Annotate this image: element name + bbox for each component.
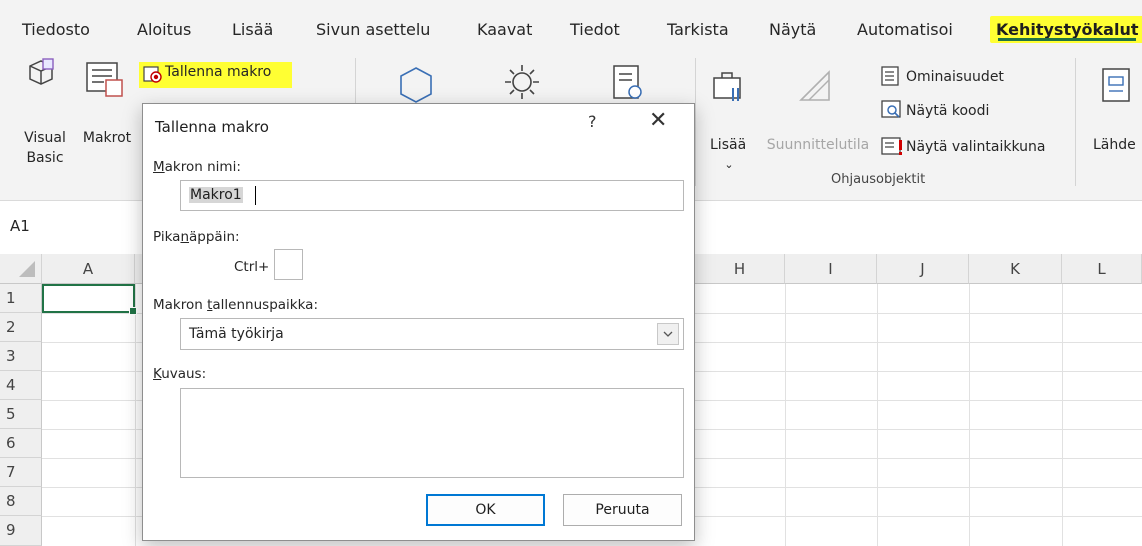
run-dialog-icon (880, 137, 904, 161)
chevron-down-icon[interactable]: ⌄ (721, 155, 737, 175)
column-header-k[interactable]: K (969, 254, 1062, 284)
ctrl-label: Ctrl+ (234, 259, 270, 275)
add-ins-icon[interactable] (395, 64, 437, 108)
gear-icon[interactable] (502, 62, 542, 106)
ribbon-separator (1075, 58, 1076, 186)
text-caret (255, 186, 256, 205)
row-header-6[interactable]: 6 (0, 429, 42, 458)
selected-cell-a1[interactable] (42, 284, 137, 315)
macro-name-input[interactable]: Makro1 (180, 180, 684, 211)
tab-home[interactable]: Aloitus (137, 20, 191, 39)
cancel-button[interactable]: Peruuta (563, 494, 682, 526)
visual-basic-label-2: Basic (26, 150, 64, 166)
insert-control-label: Lisää (710, 137, 747, 153)
select-all-corner[interactable] (0, 254, 42, 284)
column-header-h[interactable]: H (695, 254, 785, 284)
tab-developer-label: Kehitystyökalut (996, 20, 1139, 39)
shortcut-label-pre: Pika (153, 229, 181, 245)
tab-review[interactable]: Tarkista (667, 20, 729, 39)
macro-name-label: Makron nimi: (153, 159, 241, 175)
properties-button[interactable]: Ominaisuudet (906, 67, 1004, 87)
help-button[interactable]: ? (588, 112, 597, 131)
design-mode-button[interactable]: Suunnittelutila (763, 135, 873, 155)
grid-line (135, 284, 136, 546)
column-header-a[interactable]: A (42, 254, 135, 284)
grid-line (969, 284, 970, 546)
visual-basic-label-1: Visual (24, 130, 66, 146)
column-header-i[interactable]: I (785, 254, 877, 284)
design-mode-icon (795, 66, 835, 110)
shortcut-label: Pikanäppäin: (153, 229, 240, 245)
row-header-8[interactable]: 8 (0, 487, 42, 516)
description-label-text: uvaus: (161, 366, 207, 382)
row-header-7[interactable]: 7 (0, 458, 42, 487)
shortcut-label-accel: n (180, 229, 190, 245)
tab-automate[interactable]: Automatisoi (857, 20, 953, 39)
close-icon[interactable]: ✕ (649, 108, 667, 133)
shortcut-label-rest: äppäin: (189, 229, 240, 245)
tab-insert[interactable]: Lisää (232, 20, 273, 39)
source-button[interactable]: Lähde (1093, 135, 1142, 155)
shortcut-key-input[interactable] (274, 249, 303, 280)
macros-button[interactable]: Makrot (78, 128, 136, 148)
view-code-button[interactable]: Näytä koodi (906, 101, 989, 121)
view-code-icon (880, 100, 902, 124)
row-header-5[interactable]: 5 (0, 400, 42, 429)
tab-file[interactable]: Tiedosto (22, 20, 90, 39)
grid-line (785, 284, 786, 546)
store-in-select[interactable]: Tämä työkirja (180, 318, 684, 350)
record-macro-label: Tallenna makro (165, 64, 272, 80)
store-in-value: Tämä työkirja (189, 326, 284, 342)
column-header-l[interactable]: L (1062, 254, 1142, 284)
column-header-j[interactable]: J (877, 254, 969, 284)
chevron-down-icon[interactable] (657, 323, 679, 345)
controls-group-label: Ohjausobjektit (831, 172, 926, 187)
tab-formulas[interactable]: Kaavat (477, 20, 532, 39)
source-icon (1100, 66, 1134, 110)
tab-page-layout[interactable]: Sivun asettelu (316, 20, 430, 39)
description-label-accel: K (153, 366, 162, 382)
tab-data[interactable]: Tiedot (570, 20, 620, 39)
record-macro-dialog: Tallenna makro ? ✕ Makron nimi: Makro1 P… (142, 103, 695, 541)
ribbon-tabbar: Tiedosto Aloitus Lisää Sivun asettelu Ka… (0, 0, 1142, 52)
run-dialog-button[interactable]: Näytä valintaikkuna (906, 137, 1045, 157)
toolbox-icon (711, 68, 745, 108)
store-label-pre: Makron (153, 297, 208, 313)
record-macro-icon (143, 66, 163, 88)
description-label: Kuvaus: (153, 366, 206, 382)
grid-line (877, 284, 878, 546)
store-label-rest: allennuspaikka: (212, 297, 319, 313)
macro-name-label-text: akron nimi: (164, 159, 241, 175)
com-add-ins-icon[interactable] (610, 64, 648, 106)
macros-icon (84, 58, 124, 102)
row-header-3[interactable]: 3 (0, 342, 42, 371)
description-textarea[interactable] (180, 388, 684, 478)
visual-basic-icon (24, 57, 58, 95)
ribbon-separator (695, 58, 696, 186)
tab-view[interactable]: Näytä (769, 20, 816, 39)
tab-developer[interactable]: Kehitystyökalut (990, 16, 1142, 43)
macro-name-value: Makro1 (189, 187, 243, 203)
ok-button[interactable]: OK (426, 494, 545, 526)
properties-icon (880, 66, 902, 90)
active-tab-underline (998, 38, 1137, 41)
visual-basic-button[interactable]: Visual Basic (20, 128, 70, 168)
row-header-4[interactable]: 4 (0, 371, 42, 400)
row-header-2[interactable]: 2 (0, 313, 42, 342)
row-header-9[interactable]: 9 (0, 516, 42, 546)
store-in-label: Makron tallennuspaikka: (153, 297, 318, 313)
dialog-title: Tallenna makro (155, 118, 269, 136)
insert-control-button[interactable]: Lisää (710, 135, 746, 155)
name-box[interactable]: A1 (10, 217, 30, 235)
macro-name-label-accel: M (153, 159, 165, 175)
row-header-1[interactable]: 1 (0, 284, 42, 313)
grid-line (1062, 284, 1063, 546)
